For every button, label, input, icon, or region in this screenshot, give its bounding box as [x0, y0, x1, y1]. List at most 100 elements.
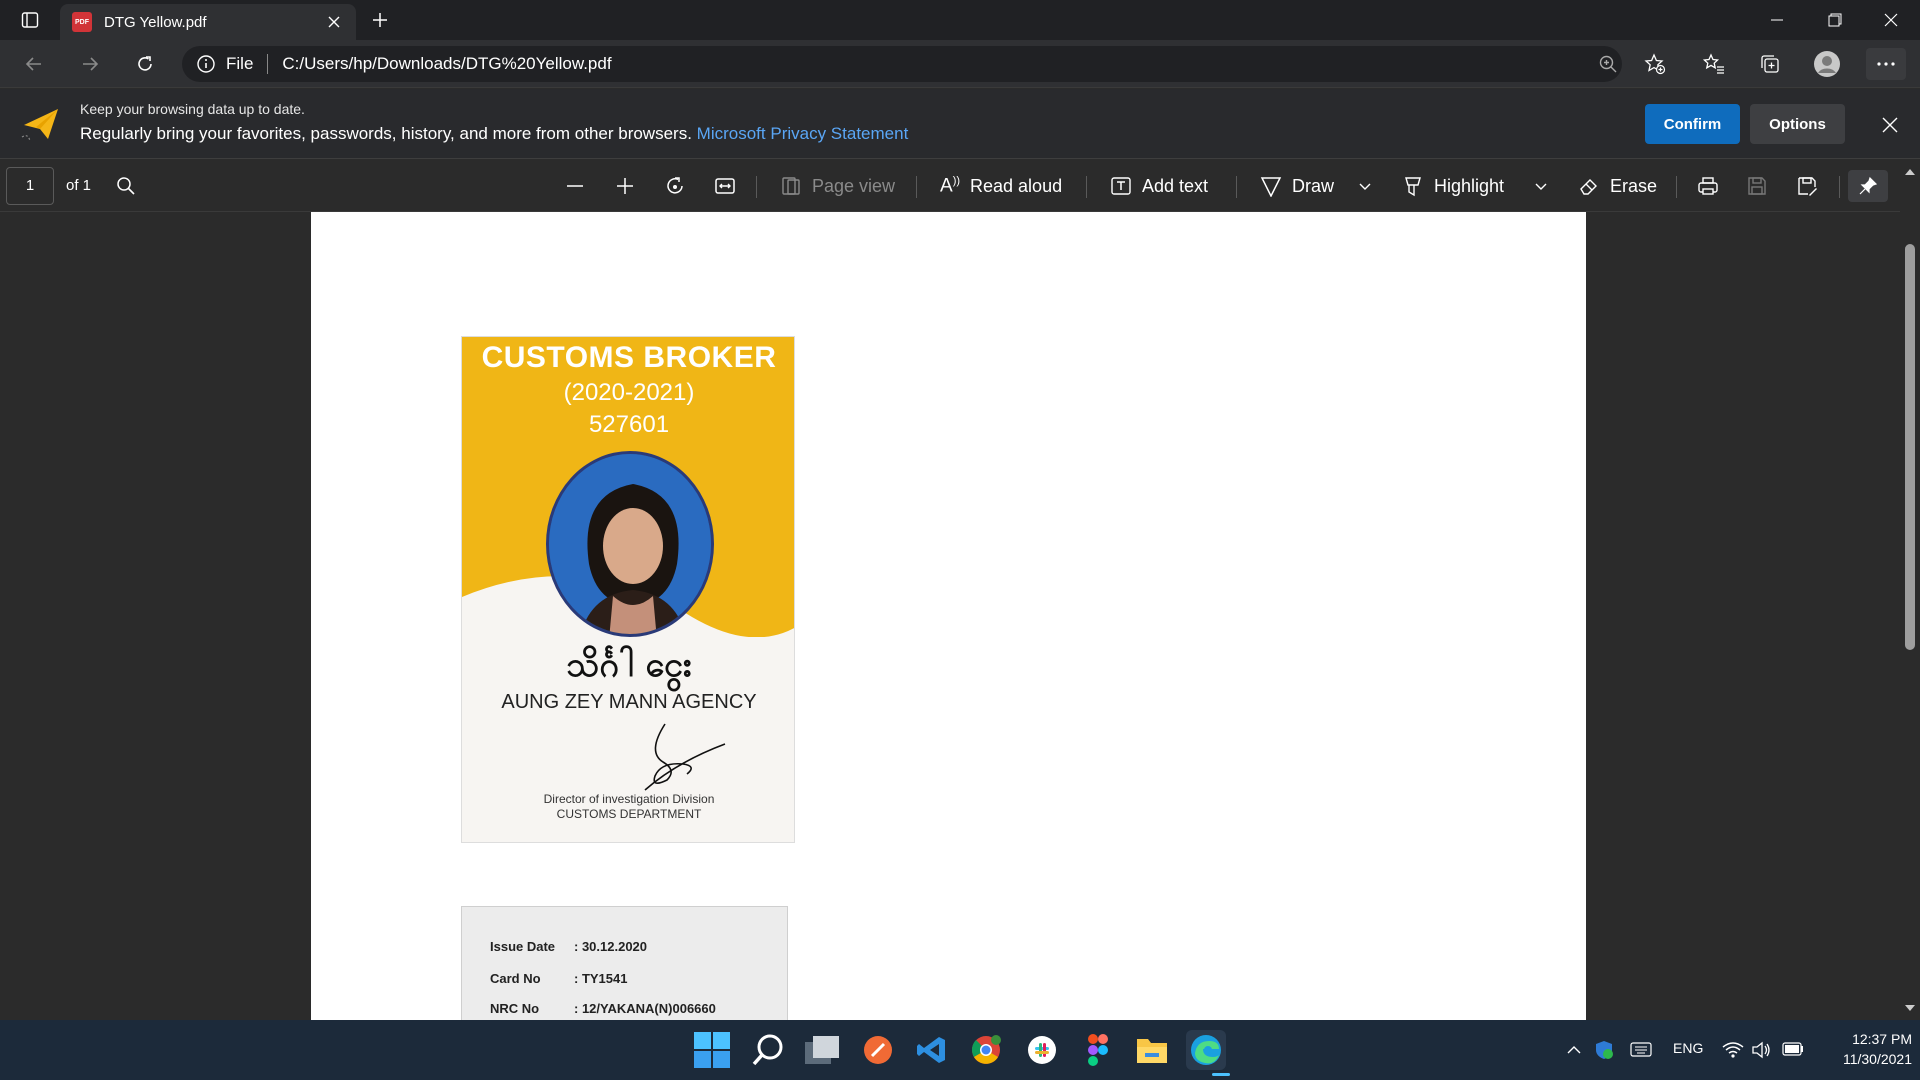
infobar-close-icon[interactable] — [1876, 111, 1904, 139]
rotate-icon[interactable] — [664, 170, 686, 202]
slack-icon[interactable] — [1022, 1030, 1062, 1070]
minimize-icon[interactable] — [1748, 0, 1806, 40]
zoom-in-icon[interactable] — [615, 170, 635, 202]
keyboard-icon[interactable] — [1630, 1042, 1652, 1058]
collections-icon[interactable] — [1752, 48, 1788, 80]
portrait-photo — [546, 451, 714, 637]
draw-label: Draw — [1292, 175, 1335, 196]
pin-toolbar-icon[interactable] — [1848, 170, 1888, 202]
restore-icon[interactable] — [1806, 0, 1864, 40]
save-as-icon[interactable] — [1796, 170, 1818, 202]
task-view-icon[interactable] — [802, 1030, 842, 1070]
toolbar-divider — [1676, 176, 1677, 198]
read-aloud-button[interactable]: A)) Read aloud — [940, 170, 1062, 202]
card-back-row: Card No: TY1541 — [490, 971, 627, 986]
new-tab-icon[interactable] — [366, 8, 394, 32]
zoom-icon[interactable] — [1590, 48, 1626, 80]
search-icon[interactable] — [116, 170, 136, 202]
erase-label: Erase — [1610, 175, 1658, 196]
info-icon[interactable] — [196, 54, 216, 74]
start-icon[interactable] — [692, 1030, 732, 1070]
back-icon[interactable] — [16, 48, 52, 80]
add-text-button[interactable]: Add text — [1110, 170, 1208, 202]
highlight-options-chevron-icon[interactable] — [1534, 170, 1548, 202]
security-shield-icon[interactable] — [1594, 1040, 1614, 1060]
draw-options-chevron-icon[interactable] — [1358, 170, 1372, 202]
refresh-icon[interactable] — [127, 48, 163, 80]
figma-icon[interactable] — [1078, 1030, 1118, 1070]
highlight-button[interactable]: Highlight — [1402, 170, 1504, 202]
card-back-row: NRC No: 12/YAKANA(N)006660 — [490, 1001, 716, 1016]
clock-time: 12:37 PM — [1852, 1031, 1912, 1047]
favorites-icon[interactable] — [1696, 48, 1732, 80]
language-indicator[interactable]: ENG — [1673, 1040, 1703, 1056]
taskbar: ENG 12:37 PM 11/30/2021 — [0, 1020, 1920, 1080]
card-issuer: Director of investigation Division CUSTO… — [462, 792, 794, 822]
erase-button[interactable]: Erase — [1578, 170, 1657, 202]
sync-infobar: Keep your browsing data up to date. Regu… — [0, 89, 1920, 159]
battery-icon[interactable] — [1782, 1042, 1804, 1056]
edge-icon[interactable] — [1186, 1030, 1226, 1070]
toolbar-divider — [1086, 176, 1087, 198]
tab-active[interactable]: PDF DTG Yellow.pdf — [60, 4, 356, 40]
file-explorer-icon[interactable] — [1132, 1030, 1172, 1070]
page-number-input[interactable]: 1 — [6, 167, 54, 205]
read-aloud-icon: A)) — [940, 174, 961, 197]
close-window-icon[interactable] — [1862, 0, 1920, 40]
card-back-row: Issue Date: 30.12.2020 — [490, 939, 647, 954]
wifi-icon[interactable] — [1722, 1041, 1744, 1059]
tab-title: DTG Yellow.pdf — [104, 13, 207, 31]
tab-close-icon[interactable] — [324, 12, 344, 32]
address-url[interactable]: C:/Users/hp/Downloads/DTG%20Yellow.pdf — [282, 54, 611, 74]
toolbar-divider — [756, 176, 757, 198]
page-view-button[interactable]: Page view — [780, 170, 895, 202]
signature-image — [644, 723, 726, 791]
fit-to-width-icon[interactable] — [714, 170, 736, 202]
draw-button[interactable]: Draw — [1260, 170, 1334, 202]
scroll-up-icon[interactable] — [1905, 168, 1915, 176]
issuer-line-1: Director of investigation Division — [543, 792, 715, 806]
infobar-message: Regularly bring your favorites, password… — [80, 124, 908, 144]
id-card-front: CUSTOMS BROKER (2020-2021) 527601 သိင်္ဂ… — [461, 336, 795, 843]
chrome-icon[interactable] — [966, 1030, 1006, 1070]
active-app-indicator — [1212, 1073, 1230, 1076]
taskbar-clock[interactable]: 12:37 PM 11/30/2021 — [1812, 1029, 1912, 1069]
confirm-button[interactable]: Confirm — [1645, 104, 1740, 144]
options-button[interactable]: Options — [1750, 104, 1845, 144]
card-title: CUSTOMS BROKER — [481, 341, 777, 374]
add-favorite-icon[interactable] — [1637, 48, 1673, 80]
app-orange-icon[interactable] — [858, 1030, 898, 1070]
save-icon[interactable] — [1746, 170, 1768, 202]
tab-actions-icon[interactable] — [14, 8, 46, 32]
search-taskbar-icon[interactable] — [748, 1030, 788, 1070]
address-divider — [267, 54, 269, 74]
privacy-statement-link[interactable]: Microsoft Privacy Statement — [697, 124, 909, 143]
read-aloud-label: Read aloud — [970, 175, 1063, 196]
issuer-line-2: CUSTOMS DEPARTMENT — [556, 807, 702, 821]
pdf-viewer[interactable]: CUSTOMS BROKER (2020-2021) 527601 သိင်္ဂ… — [0, 212, 1900, 1020]
scrollbar-thumb[interactable] — [1905, 244, 1915, 650]
vscode-icon[interactable] — [912, 1030, 952, 1070]
row-value: : 30.12.2020 — [574, 939, 648, 954]
volume-icon[interactable] — [1752, 1041, 1772, 1059]
card-agency: AUNG ZEY MANN AGENCY — [501, 691, 757, 713]
toolbar-divider — [1236, 176, 1237, 198]
profile-avatar[interactable] — [1809, 48, 1845, 80]
infobar-heading: Keep your browsing data up to date. — [80, 101, 305, 117]
pdf-icon: PDF — [72, 12, 92, 32]
paper-plane-icon — [18, 103, 62, 147]
page-view-label: Page view — [812, 175, 896, 196]
scroll-down-icon[interactable] — [1905, 1004, 1915, 1012]
infobar-text: Regularly bring your favorites, password… — [80, 124, 692, 143]
address-bar[interactable]: File C:/Users/hp/Downloads/DTG%20Yellow.… — [182, 46, 1622, 82]
forward-icon[interactable] — [72, 48, 108, 80]
print-icon[interactable] — [1697, 170, 1719, 202]
row-value: : TY1541 — [574, 971, 628, 986]
more-menu-icon[interactable] — [1866, 48, 1906, 80]
vertical-scrollbar[interactable] — [1900, 160, 1920, 1020]
clock-date: 11/30/2021 — [1842, 1051, 1912, 1067]
add-text-label: Add text — [1142, 175, 1209, 196]
zoom-out-icon[interactable] — [565, 170, 585, 202]
toolbar-divider — [1839, 176, 1840, 198]
show-hidden-icons-icon[interactable] — [1566, 1042, 1582, 1058]
